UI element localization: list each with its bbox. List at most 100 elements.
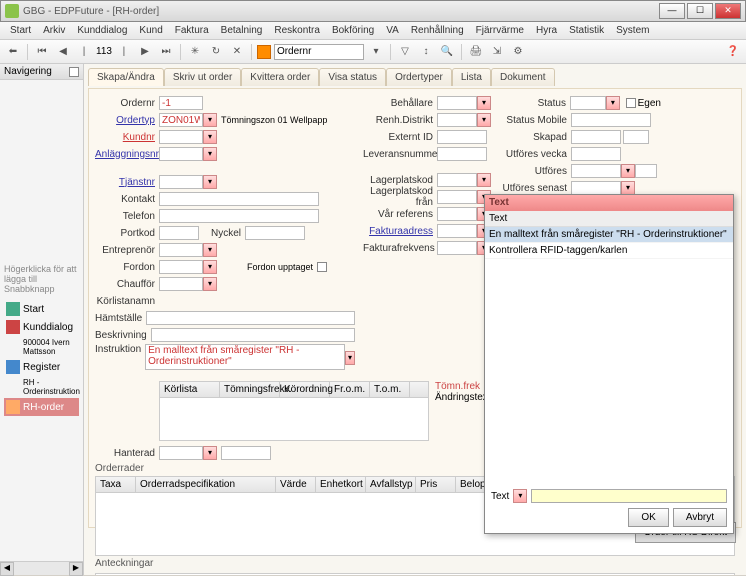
col-orderradspec[interactable]: Orderradspecifikation bbox=[136, 477, 276, 492]
new-icon[interactable]: ✳ bbox=[186, 43, 204, 61]
first-icon[interactable]: ⏮ bbox=[33, 43, 51, 61]
menu-start[interactable]: Start bbox=[4, 23, 37, 38]
fordon-upptaget-check[interactable] bbox=[317, 262, 327, 272]
maximize-button[interactable]: ☐ bbox=[687, 3, 713, 19]
status-dd-icon[interactable]: ▾ bbox=[606, 96, 620, 110]
tab-skapa[interactable]: Skapa/Ändra bbox=[88, 68, 164, 86]
lagerplatskod-dd-icon[interactable]: ▾ bbox=[477, 173, 491, 187]
popup-footer-input[interactable] bbox=[531, 489, 727, 503]
skapad-input[interactable] bbox=[571, 130, 621, 144]
delete-icon[interactable]: ✕ bbox=[228, 43, 246, 61]
instruktion-input[interactable] bbox=[145, 344, 345, 370]
hanterad-input[interactable] bbox=[159, 446, 203, 460]
behallare-input[interactable] bbox=[437, 96, 477, 110]
menu-renhallning[interactable]: Renhållning bbox=[405, 23, 470, 38]
entreprenor-dd-icon[interactable]: ▾ bbox=[203, 243, 217, 257]
menu-arkiv[interactable]: Arkiv bbox=[37, 23, 71, 38]
chauffor-input[interactable] bbox=[159, 277, 203, 291]
menu-kunddialog[interactable]: Kunddialog bbox=[71, 23, 133, 38]
utforesvecka-input[interactable] bbox=[571, 147, 621, 161]
tab-lista[interactable]: Lista bbox=[452, 68, 491, 86]
help-icon[interactable]: ❓ bbox=[724, 43, 742, 61]
lagerplatskodfran-input[interactable] bbox=[437, 190, 477, 204]
menu-va[interactable]: VA bbox=[380, 23, 405, 38]
col-korlista[interactable]: Körlista bbox=[160, 382, 220, 397]
menu-reskontra[interactable]: Reskontra bbox=[268, 23, 326, 38]
ordertyp-dd-icon[interactable]: ▾ bbox=[203, 113, 217, 127]
skapad-time-input[interactable] bbox=[623, 130, 649, 144]
utfores-input[interactable] bbox=[571, 164, 621, 178]
col-enhetkort[interactable]: Enhetkort bbox=[316, 477, 366, 492]
col-tom[interactable]: T.o.m. bbox=[370, 382, 410, 397]
statusmobile-input[interactable] bbox=[571, 113, 651, 127]
sidebar-toggle[interactable] bbox=[69, 67, 79, 77]
menu-statistik[interactable]: Statistik bbox=[563, 23, 610, 38]
fakturaadress-label[interactable]: Fakturaadress bbox=[363, 226, 437, 237]
chauffor-dd-icon[interactable]: ▾ bbox=[203, 277, 217, 291]
sidebar-item-register[interactable]: Register bbox=[4, 358, 79, 376]
search-dropdown[interactable] bbox=[274, 44, 364, 60]
tjanstnr-label[interactable]: Tjänstnr bbox=[95, 177, 159, 188]
sidebar-item-rhorder[interactable]: RH-order bbox=[4, 398, 79, 416]
sidebar-item-start[interactable]: Start bbox=[4, 300, 79, 318]
menu-bokforing[interactable]: Bokföring bbox=[326, 23, 380, 38]
egen-check[interactable] bbox=[626, 98, 636, 108]
col-korordning[interactable]: Körordning bbox=[280, 382, 330, 397]
telefon-input[interactable] bbox=[159, 209, 319, 223]
kundnr-label[interactable]: Kundnr bbox=[95, 132, 159, 143]
tjanstnr-input[interactable] bbox=[159, 175, 203, 189]
popup-footer-dd-icon[interactable]: ▾ bbox=[513, 489, 527, 503]
menu-betalning[interactable]: Betalning bbox=[215, 23, 269, 38]
menu-faktura[interactable]: Faktura bbox=[169, 23, 215, 38]
leveransnr-input[interactable] bbox=[437, 147, 487, 161]
fordon-input[interactable] bbox=[159, 260, 203, 274]
fakturafrekvens-input[interactable] bbox=[437, 241, 477, 255]
utfores-dd-icon[interactable]: ▾ bbox=[621, 164, 635, 178]
sidebar-item-kunddialog[interactable]: Kunddialog bbox=[4, 318, 79, 336]
beskrivning-input[interactable] bbox=[151, 328, 355, 342]
sidebar-item-orderinstr[interactable]: RH - Orderinstruktion bbox=[4, 376, 79, 398]
col-varde[interactable]: Värde bbox=[276, 477, 316, 492]
export-icon[interactable]: ⇲ bbox=[488, 43, 506, 61]
ordertyp-label[interactable]: Ordertyp bbox=[95, 115, 159, 126]
lagerplatskod-input[interactable] bbox=[437, 173, 477, 187]
entreprenor-input[interactable] bbox=[159, 243, 203, 257]
tab-kvittera[interactable]: Kvittera order bbox=[241, 68, 319, 86]
print-icon[interactable]: 🖨 bbox=[467, 43, 485, 61]
renhdistrikt-dd-icon[interactable]: ▾ bbox=[477, 113, 491, 127]
back-icon[interactable]: ⬅ bbox=[4, 43, 22, 61]
last-icon[interactable]: ⏭ bbox=[157, 43, 175, 61]
refresh-icon[interactable]: ↻ bbox=[207, 43, 225, 61]
tab-ordertyper[interactable]: Ordertyper bbox=[386, 68, 452, 86]
prev-icon[interactable]: ◀ bbox=[54, 43, 72, 61]
sidebar-item-kund[interactable]: 900004 Ivern Mattsson bbox=[4, 336, 79, 358]
menu-hyra[interactable]: Hyra bbox=[530, 23, 563, 38]
kundnr-dd-icon[interactable]: ▾ bbox=[203, 130, 217, 144]
menu-system[interactable]: System bbox=[610, 23, 655, 38]
tool-icon[interactable]: ⚙ bbox=[509, 43, 527, 61]
instruktion-dd-icon[interactable]: ▾ bbox=[345, 351, 355, 365]
col-taxa[interactable]: Taxa bbox=[96, 477, 136, 492]
sort-icon[interactable]: ↕ bbox=[417, 43, 435, 61]
korlista-grid[interactable]: Körlista Tömningsfrekv. Körordning Fr.o.… bbox=[159, 381, 429, 441]
utforessenast-input[interactable] bbox=[571, 181, 621, 195]
behallare-dd-icon[interactable]: ▾ bbox=[477, 96, 491, 110]
popup-item-0[interactable]: En malltext från småregister "RH - Order… bbox=[485, 227, 733, 243]
popup-ok-button[interactable]: OK bbox=[628, 508, 668, 527]
binoculars-icon[interactable]: 🔍 bbox=[438, 43, 456, 61]
minimize-button[interactable]: — bbox=[659, 3, 685, 19]
menu-kund[interactable]: Kund bbox=[133, 23, 168, 38]
popup-item-1[interactable]: Kontrollera RFID-taggen/karlen bbox=[485, 243, 733, 259]
varreferens-input[interactable] bbox=[437, 207, 477, 221]
ordertyp-input[interactable] bbox=[159, 113, 203, 127]
anlaggning-input[interactable] bbox=[159, 147, 203, 161]
anlaggning-dd-icon[interactable]: ▾ bbox=[203, 147, 217, 161]
hanterad-dd-icon[interactable]: ▾ bbox=[203, 446, 217, 460]
filter-icon[interactable]: ▽ bbox=[396, 43, 414, 61]
externtid-input[interactable] bbox=[437, 130, 487, 144]
hanterad2-input[interactable] bbox=[221, 446, 271, 460]
tab-skrivut[interactable]: Skriv ut order bbox=[164, 68, 241, 86]
utforessenast-dd-icon[interactable]: ▾ bbox=[621, 181, 635, 195]
col-avfallstyp[interactable]: Avfallstyp bbox=[366, 477, 416, 492]
next-icon[interactable]: ▶ bbox=[136, 43, 154, 61]
